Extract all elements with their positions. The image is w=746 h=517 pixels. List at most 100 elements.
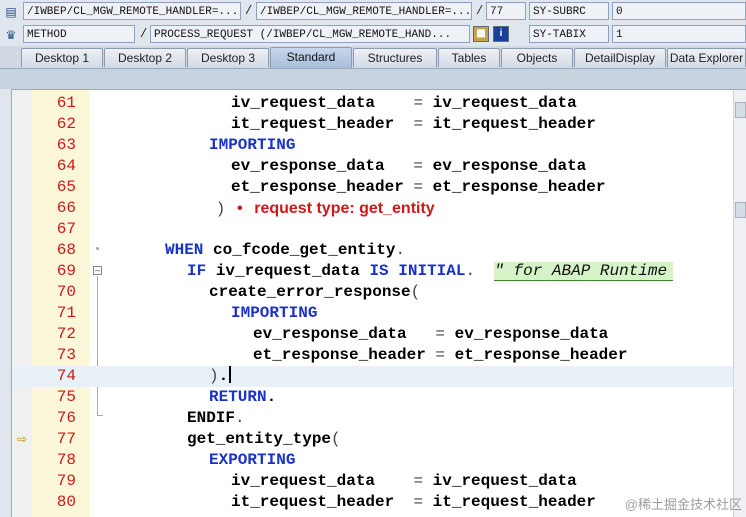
code-text: it_request_header = it_request_header bbox=[231, 492, 596, 513]
code-token: co_fcode_get_entity bbox=[213, 241, 396, 259]
separator: / bbox=[140, 27, 148, 41]
line-number-field[interactable]: 77 bbox=[486, 2, 526, 20]
code-token: = bbox=[403, 178, 433, 196]
request-type-hint: request type: get_entity bbox=[254, 200, 435, 217]
code-token: iv_request_data bbox=[231, 94, 376, 112]
code-token: ev_response_data bbox=[253, 325, 407, 343]
code-token: get_entity_type bbox=[187, 430, 332, 448]
tab-desktop-3[interactable]: Desktop 3 bbox=[187, 48, 269, 67]
code-text: iv_request_data = iv_request_data bbox=[231, 471, 577, 492]
sy-tabix-value[interactable]: 1 bbox=[612, 25, 746, 43]
code-token: ENDIF bbox=[187, 409, 236, 427]
code-text: ENDIF. bbox=[187, 408, 245, 429]
tab-objects[interactable]: Objects bbox=[501, 48, 573, 67]
event-type-field[interactable]: METHOD bbox=[23, 25, 135, 43]
include-name-field[interactable]: /IWBEP/CL_MGW_REMOTE_HANDLER=... bbox=[256, 2, 472, 20]
code-text: WHEN co_fcode_get_entity. bbox=[165, 240, 405, 261]
line-number: 64 bbox=[56, 157, 76, 175]
tab-data-explorer[interactable]: Data Explorer bbox=[667, 48, 746, 67]
code-token: ( bbox=[331, 430, 341, 448]
line-number: 65 bbox=[56, 178, 76, 196]
code-line[interactable]: 76 ENDIF. bbox=[12, 408, 746, 429]
line-number: 78 bbox=[56, 451, 76, 469]
code-token: ev_response_data bbox=[231, 157, 385, 175]
debugger-header-row-1: ▤ /IWBEP/CL_MGW_REMOTE_HANDLER=... / /IW… bbox=[0, 1, 746, 23]
source-code-editor[interactable]: – 61 iv_request_data = iv_request_data 62 i… bbox=[11, 89, 746, 517]
code-line[interactable]: 61 iv_request_data = iv_request_data bbox=[12, 93, 746, 114]
separator: / bbox=[245, 4, 253, 18]
sy-tabix-label: SY-TABIX bbox=[529, 25, 609, 43]
debugger-header-row-2: ♛ METHOD / PROCESS_REQUEST (/IWBEP/CL_MG… bbox=[0, 24, 746, 46]
code-token: RETURN bbox=[209, 388, 267, 406]
code-token: iv_request_data bbox=[432, 94, 577, 112]
code-line[interactable]: 67 bbox=[12, 219, 746, 240]
code-text: IF iv_request_data IS INITIAL. " for ABA… bbox=[187, 261, 674, 282]
code-token: . bbox=[266, 388, 277, 406]
code-token: et_response_header bbox=[432, 178, 606, 196]
scroll-thumb[interactable] bbox=[735, 202, 746, 218]
code-line[interactable]: ⇨ 77 get_entity_type( bbox=[12, 429, 746, 450]
code-line[interactable]: 75 RETURN. bbox=[12, 387, 746, 408]
tab-desktop-1[interactable]: Desktop 1 bbox=[21, 48, 103, 67]
watermark: @稀土掘金技术社区 bbox=[624, 497, 742, 512]
code-line[interactable]: 74). bbox=[12, 366, 746, 387]
code-line[interactable]: 71 IMPORTING bbox=[12, 303, 746, 324]
code-text: IMPORTING bbox=[209, 135, 295, 156]
tab-sub-toolbar bbox=[0, 68, 746, 89]
code-line[interactable]: 68 WHEN co_fcode_get_entity. bbox=[12, 240, 746, 261]
code-line[interactable]: 70 create_error_response( bbox=[12, 282, 746, 303]
code-token: EXPORTING bbox=[209, 451, 296, 469]
scroll-marker[interactable] bbox=[735, 102, 746, 118]
code-token: = bbox=[425, 346, 455, 364]
line-number: 72 bbox=[56, 325, 76, 343]
code-text: RETURN. bbox=[209, 387, 276, 408]
code-token: . bbox=[395, 241, 406, 259]
code-line[interactable]: 78 EXPORTING bbox=[12, 450, 746, 471]
code-token: = bbox=[394, 115, 433, 133]
code-line[interactable]: 65 et_response_header = et_response_heade… bbox=[12, 177, 746, 198]
code-line[interactable]: 66 ) • request type: get_entity bbox=[12, 198, 746, 219]
tab-standard[interactable]: Standard bbox=[270, 47, 352, 68]
line-number: 74 bbox=[56, 367, 76, 385]
event-name-field[interactable]: PROCESS_REQUEST (/IWBEP/CL_MGW_REMOTE_HA… bbox=[150, 25, 470, 43]
code-line[interactable]: 79 iv_request_data = iv_request_data bbox=[12, 471, 746, 492]
code-token: iv_request_data bbox=[215, 262, 360, 280]
code-token: • bbox=[225, 200, 255, 218]
current-statement-arrow-icon: ⇨ bbox=[16, 432, 28, 446]
code-text: create_error_response( bbox=[209, 282, 420, 303]
code-token: . bbox=[465, 262, 495, 280]
code-token: ev_response_data bbox=[432, 157, 587, 175]
grid-icon[interactable]: ▦ bbox=[473, 26, 489, 42]
code-token: ( bbox=[410, 283, 421, 301]
code-token: it_request_header bbox=[432, 493, 596, 511]
line-number: 68 bbox=[56, 241, 76, 259]
line-number: 77 bbox=[56, 430, 76, 448]
code-line[interactable]: 73 et_response_header = et_response_heade… bbox=[12, 345, 746, 366]
code-text: ev_response_data = ev_response_data bbox=[253, 324, 608, 345]
code-token: . bbox=[218, 367, 229, 385]
info-icon[interactable]: i bbox=[493, 26, 509, 42]
code-line[interactable]: 62 it_request_header = it_request_header bbox=[12, 114, 746, 135]
code-token: ) bbox=[209, 367, 219, 385]
code-token: = bbox=[406, 325, 455, 343]
code-line[interactable]: 63 IMPORTING bbox=[12, 135, 746, 156]
code-token: it_request_header bbox=[231, 493, 395, 511]
program-name-field[interactable]: /IWBEP/CL_MGW_REMOTE_HANDLER=... bbox=[23, 2, 241, 20]
event-type-icon: ♛ bbox=[5, 28, 17, 42]
tab-desktop-2[interactable]: Desktop 2 bbox=[104, 48, 186, 67]
code-line[interactable]: 72 ev_response_data = ev_response_data bbox=[12, 324, 746, 345]
code-line[interactable]: 64 ev_response_data = ev_response_data bbox=[12, 156, 746, 177]
sy-subrc-value[interactable]: 0 bbox=[612, 2, 746, 20]
code-token: iv_request_data bbox=[432, 472, 577, 490]
code-comment: " for ABAP Runtime bbox=[494, 262, 674, 281]
tab-tables[interactable]: Tables bbox=[438, 48, 500, 67]
tab-detail-display[interactable]: DetailDisplay bbox=[574, 48, 666, 67]
code-line[interactable]: 69 IF iv_request_data IS INITIAL. " for A… bbox=[12, 261, 746, 282]
code-token: ) bbox=[187, 200, 226, 218]
vertical-scrollbar[interactable] bbox=[733, 90, 746, 517]
tab-structures[interactable]: Structures bbox=[353, 48, 437, 67]
code-text: IMPORTING bbox=[231, 303, 317, 324]
code-token: = bbox=[375, 94, 433, 112]
